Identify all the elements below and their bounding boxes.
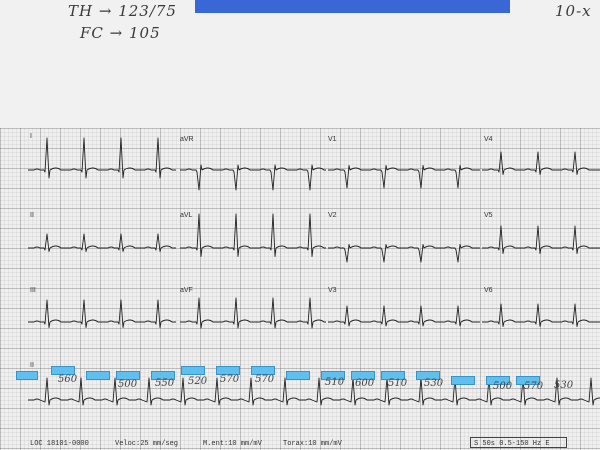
ecg-lead-trace: [28, 137, 176, 179]
lead-label-aVR: aVR: [180, 136, 194, 143]
ecg-lead-trace: [180, 164, 326, 191]
ecg-lead-trace: [328, 305, 480, 327]
ecg-lead-trace: [482, 303, 600, 327]
lead-label-aVF: aVF: [180, 287, 193, 294]
lead-label-aVL: aVL: [180, 212, 193, 219]
rr-marker: [451, 376, 475, 385]
rr-marker: [286, 371, 310, 380]
rr-marker: [16, 371, 38, 380]
rr-value: 570: [524, 381, 544, 392]
lead-label-V4: V4: [484, 136, 493, 143]
rr-marker: [181, 366, 205, 375]
ecg-lead-trace: [482, 151, 600, 175]
ecg-rhythm-trace: [28, 377, 600, 406]
ecg-lead-trace: [482, 225, 600, 254]
lead-label-rhythm-II: II: [30, 362, 34, 369]
rr-value: 600: [355, 378, 375, 389]
rr-value: 560: [58, 374, 78, 385]
rr-value: 530: [554, 380, 574, 391]
ecg-lead-trace: [180, 297, 326, 329]
rr-value: 530: [424, 378, 444, 389]
rr-marker: [86, 371, 110, 380]
rr-value: 500: [118, 379, 138, 390]
ecg-lead-trace: [180, 213, 326, 257]
lead-label-V2: V2: [328, 212, 337, 219]
rr-value: 570: [255, 374, 275, 385]
lead-label-V3: V3: [328, 287, 337, 294]
rr-value: 520: [188, 376, 208, 387]
lead-label-I: I: [30, 133, 32, 140]
rr-value: 510: [325, 377, 345, 388]
footer-chest-gain: Torax:10 mm/mV: [283, 440, 342, 448]
ecg-lead-trace: [328, 244, 480, 263]
lead-label-II: II: [30, 212, 34, 219]
lead-label-V5: V5: [484, 212, 493, 219]
ecg-lead-trace: [28, 299, 176, 328]
footer-filter: S 50s 0.5-150 Hz E: [474, 440, 550, 448]
footer-limb-gain: M.ent:10 mm/mV: [203, 440, 262, 448]
lead-label-V6: V6: [484, 287, 493, 294]
rr-value: 510: [388, 378, 408, 389]
rr-value: 570: [220, 374, 240, 385]
footer-paper-speed: Veloc:25 mm/seg: [115, 440, 179, 448]
footer-location: LOC 18101-0000: [30, 440, 89, 448]
ecg-lead-trace: [28, 233, 176, 252]
rr-value: 500: [493, 381, 513, 392]
ecg-lead-trace: [328, 165, 480, 189]
lead-label-V1: V1: [328, 136, 337, 143]
lead-label-III: III: [30, 287, 36, 294]
rr-value: 550: [155, 378, 175, 389]
